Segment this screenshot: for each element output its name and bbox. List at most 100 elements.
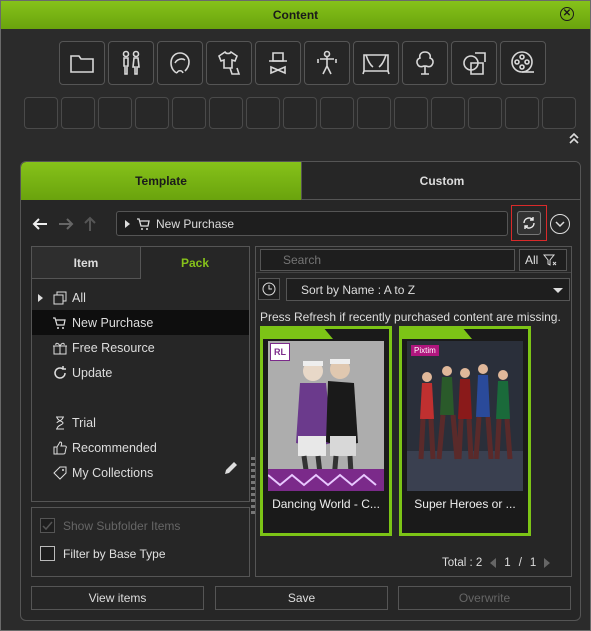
refresh-icon (523, 217, 535, 229)
pencil-icon[interactable] (222, 461, 238, 477)
refresh-button[interactable] (511, 205, 547, 241)
subcategory-slot[interactable] (357, 97, 391, 129)
expand-arrow-icon[interactable] (38, 293, 43, 302)
up-arrow-icon[interactable] (81, 215, 99, 233)
collapse-icon[interactable] (568, 131, 580, 145)
subcategory-slot[interactable] (172, 97, 206, 129)
card-label: Dancing World - C... (272, 497, 380, 511)
accessory-category-button[interactable] (255, 41, 301, 85)
subcategory-slot[interactable] (61, 97, 95, 129)
cart-icon (53, 316, 66, 329)
film-reel-category-button[interactable] (500, 41, 546, 85)
tab-template[interactable]: Template (21, 162, 301, 200)
tree-label: All (72, 290, 86, 305)
subcategory-slot[interactable] (505, 97, 539, 129)
subcategory-slot[interactable] (394, 97, 428, 129)
next-page-icon[interactable] (544, 558, 551, 568)
chevron-down-icon (555, 221, 565, 228)
tree-item-update[interactable]: Update (32, 360, 249, 385)
subcategory-slot[interactable] (320, 97, 354, 129)
save-button[interactable]: Save (215, 586, 388, 610)
filter-label: All (525, 253, 539, 267)
card-thumbnail: RL (268, 341, 384, 491)
more-options-button[interactable] (550, 214, 570, 234)
filter-base-type-checkbox[interactable] (40, 546, 55, 561)
subcategory-slot[interactable] (246, 97, 280, 129)
tab-custom[interactable]: Custom (301, 162, 580, 200)
tree-item-my-collections[interactable]: My Collections (32, 460, 249, 485)
tree-label: Trial (72, 415, 96, 430)
tree-label: Free Resource (72, 340, 155, 355)
library-panel: Template Custom New Purchase Item Pack A… (20, 161, 581, 621)
filter-base-type-label: Filter by Base Type (63, 546, 166, 561)
filter-base-type-option: Filter by Base Type (40, 546, 166, 561)
forward-arrow-icon[interactable] (57, 215, 75, 233)
card-thumbnail: Pixtim (407, 341, 523, 491)
tree-label: New Purchase (72, 315, 154, 330)
filter-options-panel: Show Subfolder Items Filter by Base Type (31, 507, 250, 577)
tree-label: Update (72, 365, 113, 380)
head-category-button[interactable] (157, 41, 203, 85)
total-pages: 1 (529, 557, 537, 569)
tree-item-new-purchase[interactable]: New Purchase (32, 310, 249, 335)
subcategory-slot[interactable] (209, 97, 243, 129)
caret-down-icon (553, 288, 563, 293)
show-subfolder-option: Show Subfolder Items (40, 518, 180, 533)
refresh-hint: Press Refresh if recently purchased cont… (260, 310, 561, 324)
clothing-category-button[interactable] (206, 41, 252, 85)
folder-icon (70, 55, 94, 73)
overwrite-button[interactable]: Overwrite (398, 586, 571, 610)
gift-icon (53, 342, 67, 354)
film-reel-icon (511, 51, 534, 73)
check-icon (42, 521, 53, 531)
view-items-button[interactable]: View items (31, 586, 204, 610)
subcategory-slot[interactable] (98, 97, 132, 129)
show-subfolder-checkbox[interactable] (40, 518, 55, 533)
tree-item-trial[interactable]: Trial (32, 410, 249, 435)
update-icon (54, 365, 66, 379)
prev-page-icon[interactable] (490, 558, 497, 568)
search-input[interactable] (260, 249, 515, 271)
motion-category-button[interactable] (304, 41, 350, 85)
tag-icon (53, 466, 67, 480)
title-bar: Content ✕ (1, 1, 590, 29)
content-card[interactable]: RL Dancing World - C... (260, 326, 392, 536)
card-badge: RL (270, 343, 290, 361)
back-arrow-icon[interactable] (31, 215, 49, 233)
subcategory-slot[interactable] (431, 97, 465, 129)
folder-category-button[interactable] (59, 41, 105, 85)
accessory-icon (269, 52, 287, 75)
current-page: 1 (504, 557, 511, 569)
close-icon[interactable]: ✕ (560, 7, 574, 21)
navigation-bar: New Purchase (21, 205, 580, 241)
hourglass-icon (56, 416, 64, 429)
subcategory-slot[interactable] (135, 97, 169, 129)
stage-category-button[interactable] (353, 41, 399, 85)
cart-icon (137, 217, 150, 230)
card-tag (263, 329, 333, 339)
window-title: Content (272, 8, 319, 22)
tree-item-free-resource[interactable]: Free Resource (32, 335, 249, 360)
shape-category-button[interactable] (451, 41, 497, 85)
characters-category-button[interactable] (108, 41, 154, 85)
tree-item-all[interactable]: All (32, 285, 249, 310)
recent-sort-button[interactable] (258, 278, 280, 300)
motion-icon (317, 50, 337, 75)
thumbs-up-icon (53, 440, 67, 454)
clock-icon (262, 282, 276, 296)
subcategory-slot[interactable] (468, 97, 502, 129)
breadcrumb[interactable]: New Purchase (116, 211, 508, 236)
subcategory-slot[interactable] (542, 97, 576, 129)
tree-item-recommended[interactable]: Recommended (32, 435, 249, 460)
card-label: Super Heroes or ... (414, 497, 516, 511)
sort-dropdown[interactable]: Sort by Name : A to Z (286, 278, 570, 301)
content-card[interactable]: Pixtim Super Heroes or ... (399, 326, 531, 536)
breadcrumb-expand-icon[interactable] (125, 219, 130, 228)
tab-pack[interactable]: Pack (141, 247, 249, 279)
tab-item[interactable]: Item (32, 247, 141, 279)
pagination: Total : 2 1 / 1 (442, 557, 551, 569)
tree-category-button[interactable] (402, 41, 448, 85)
subcategory-slot[interactable] (24, 97, 58, 129)
subcategory-slot[interactable] (283, 97, 317, 129)
filter-dropdown[interactable]: All (519, 249, 567, 271)
